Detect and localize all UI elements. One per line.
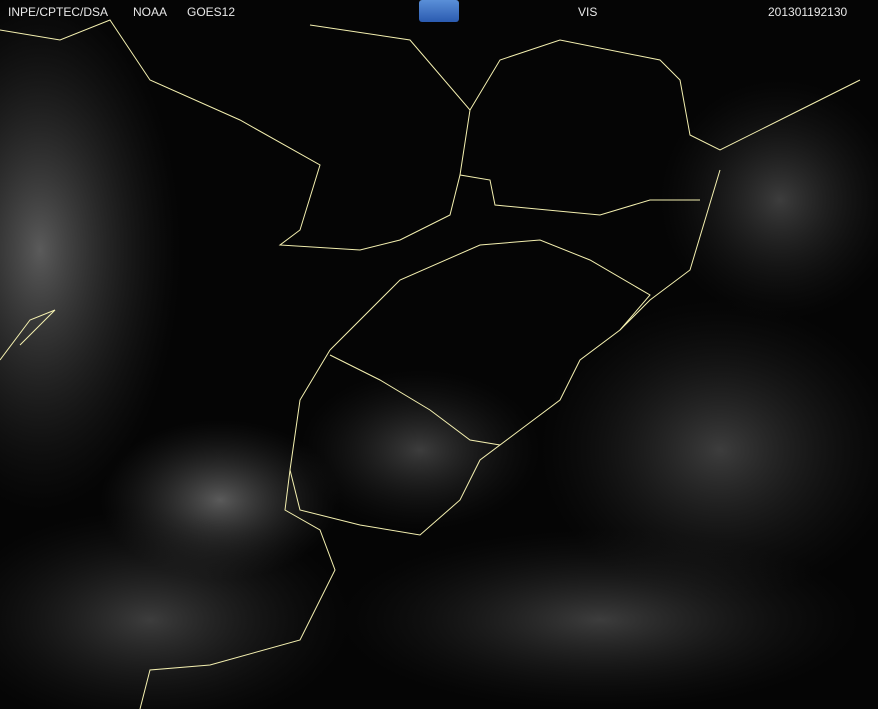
cptec-logo <box>419 0 459 22</box>
cloud-cover <box>0 0 878 709</box>
source-label: NOAA <box>133 5 168 19</box>
satellite-image: INPE/CPTEC/DSA NOAA GOES12 VIS 201301192… <box>0 0 878 709</box>
agency-label: INPE/CPTEC/DSA <box>8 5 109 19</box>
map-layer <box>0 0 878 709</box>
timestamp-label: 201301192130 <box>768 5 848 19</box>
satellite-label: GOES12 <box>187 5 236 19</box>
channel-label: VIS <box>578 5 598 19</box>
